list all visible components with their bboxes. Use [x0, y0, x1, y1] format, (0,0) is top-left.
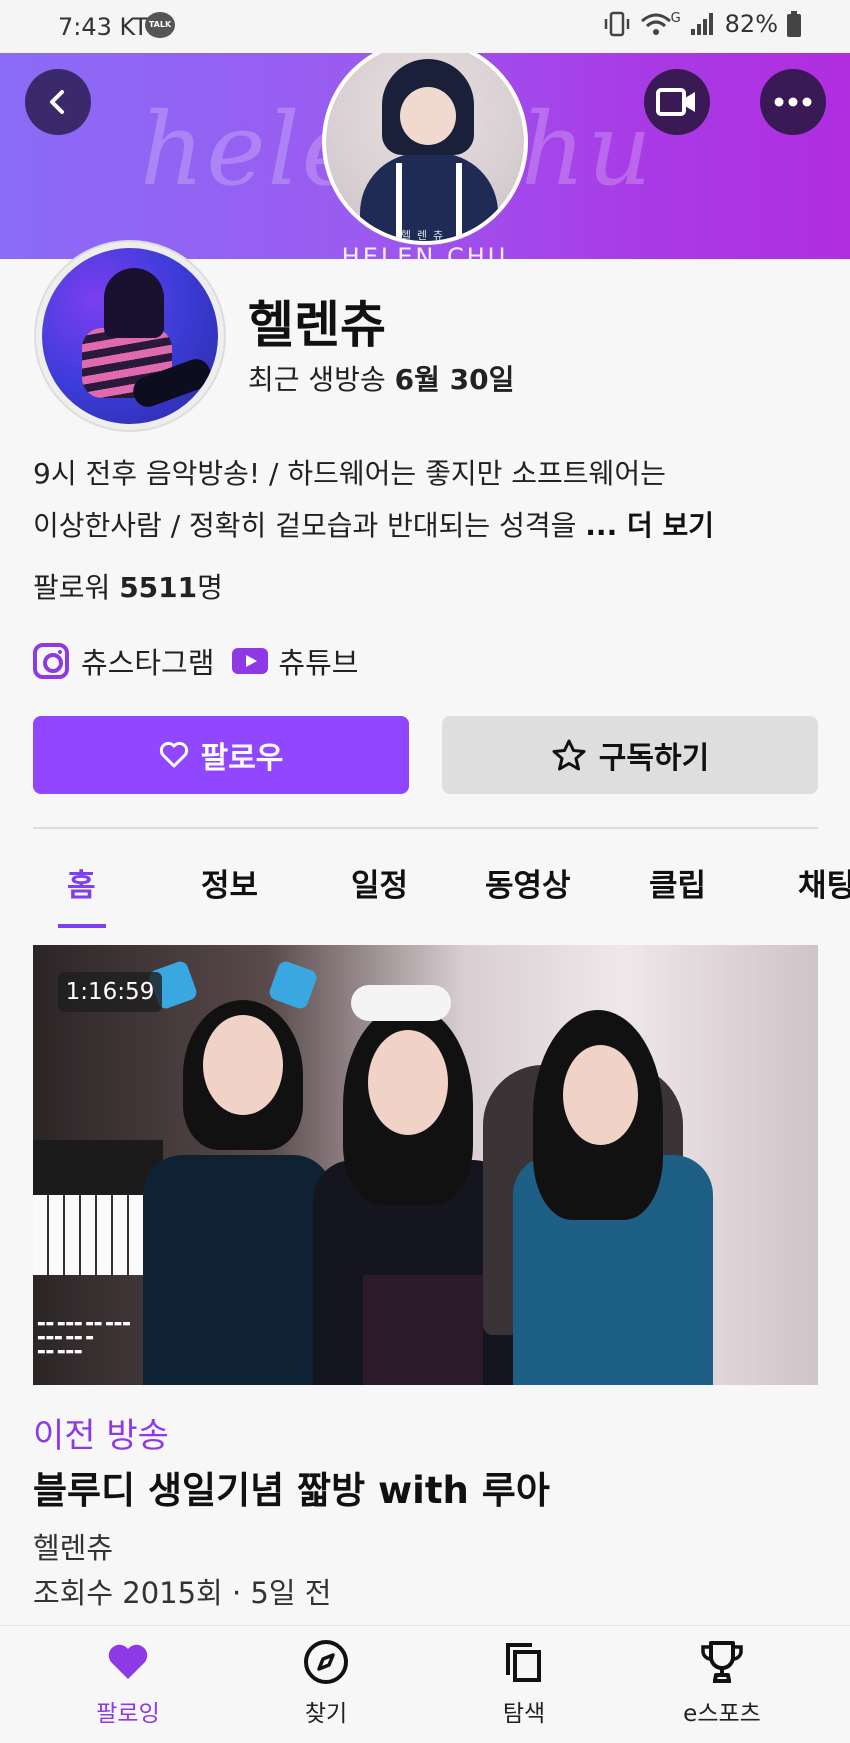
- video-title[interactable]: 블루디 생일기념 짧방 with 루아: [33, 1460, 550, 1514]
- youtube-icon: [232, 648, 269, 674]
- network-type: G: [670, 10, 681, 26]
- talk-notification-icon: TALK: [145, 12, 175, 38]
- follow-label: 팔로우: [200, 741, 284, 776]
- compass-icon: [304, 1640, 348, 1684]
- status-bar: 7:43 KT TALK G 82%: [0, 0, 850, 53]
- heart-icon: [108, 1644, 148, 1679]
- video-button[interactable]: [644, 69, 710, 135]
- chevron-left-icon: [50, 90, 64, 114]
- browse-icon: [506, 1643, 541, 1682]
- status-indicators: G 82%: [603, 10, 802, 38]
- tab-schedule[interactable]: 일정: [351, 860, 408, 905]
- active-tab-indicator: [58, 924, 106, 928]
- tab-chat[interactable]: 채팅: [798, 860, 850, 905]
- more-options-button[interactable]: [760, 69, 826, 135]
- nav-following[interactable]: 팔로잉: [53, 1634, 203, 1728]
- followers-number: 5511: [119, 571, 198, 604]
- channel-page: 7:43 KT TALK G 82% helen chu 헬렌츄 HELEN C…: [0, 0, 850, 1743]
- last-live-date: 6월 30일: [394, 363, 515, 396]
- subscribe-button[interactable]: 구독하기: [442, 716, 818, 794]
- back-button[interactable]: [25, 69, 91, 135]
- wifi-icon: [640, 13, 671, 35]
- nav-following-label: 팔로잉: [96, 1701, 160, 1727]
- nav-search[interactable]: 찾기: [251, 1634, 401, 1728]
- battery-icon: [787, 11, 801, 37]
- avatar[interactable]: [34, 240, 226, 432]
- bio-line-2: 이상한사람 / 정확히 겉모습과 반대되는 성격을: [33, 509, 577, 542]
- status-time: 7:43 KT: [58, 13, 149, 41]
- trophy-icon: [701, 1641, 743, 1683]
- instagram-icon: [33, 643, 69, 679]
- last-live-info: 최근 생방송 6월 30일: [248, 358, 514, 398]
- tab-info[interactable]: 정보: [201, 860, 258, 905]
- video-meta: 조회수 2015회 · 5일 전: [33, 1576, 332, 1610]
- follow-button[interactable]: 팔로우: [33, 716, 409, 794]
- social-links: 츄스타그램 츄튜브: [33, 640, 358, 682]
- tab-videos[interactable]: 동영상: [485, 860, 571, 905]
- video-label: 이전 방송: [33, 1416, 169, 1456]
- banner-photo: [322, 53, 528, 245]
- followers-count: 팔로워 5511명: [33, 566, 223, 606]
- vibrate-icon: [604, 11, 629, 37]
- more-dots-icon: [774, 97, 812, 107]
- channel-bio: 9시 전후 음악방송! / 하드웨어는 좋지만 소프트웨어는 이상한사람 / 정…: [33, 448, 823, 552]
- chat-overlay: ▬▬ ▬▬▬ ▬▬ ▬▬▬ ▬▬▬ ▬▬ ▬ ▬▬ ▬▬▬: [37, 1319, 131, 1357]
- bio-line-1: 9시 전후 음악방송! / 하드웨어는 좋지만 소프트웨어는: [33, 457, 666, 490]
- video-channel[interactable]: 헬렌츄: [33, 1525, 113, 1567]
- heart-outline-icon: [159, 741, 188, 768]
- social-link-instagram[interactable]: 츄스타그램: [81, 640, 214, 682]
- subscribe-label: 구독하기: [598, 741, 710, 776]
- channel-name: 헬렌츄: [248, 296, 386, 354]
- signal-icon: [690, 13, 713, 35]
- nav-esports-label: e스포츠: [683, 1701, 761, 1727]
- battery-percent: 82%: [724, 10, 778, 38]
- section-divider: [33, 827, 818, 829]
- social-link-youtube[interactable]: 츄튜브: [278, 640, 358, 682]
- tab-clips[interactable]: 클립: [649, 860, 706, 905]
- video-duration-badge: 1:16:59: [58, 972, 162, 1012]
- channel-tabs: 홈 정보 일정 동영상 클립 채팅: [0, 850, 850, 930]
- nav-esports[interactable]: e스포츠: [647, 1634, 797, 1728]
- last-live-prefix: 최근 생방송: [248, 363, 386, 396]
- bio-more-link[interactable]: ... 더 보기: [585, 509, 714, 542]
- star-outline-icon: [552, 739, 586, 771]
- bottom-navigation: 팔로잉 찾기 탐색 e스포츠: [0, 1625, 850, 1743]
- followers-unit: 명: [197, 571, 223, 604]
- nav-search-label: 찾기: [304, 1701, 348, 1727]
- video-camera-icon: [656, 88, 695, 116]
- nav-browse[interactable]: 탐색: [449, 1634, 599, 1728]
- followers-label: 팔로워: [33, 571, 111, 604]
- channel-banner: helen chu 헬렌츄 HELEN CHU: [0, 53, 850, 259]
- nav-browse-label: 탐색: [502, 1701, 546, 1727]
- tab-home[interactable]: 홈: [67, 860, 96, 905]
